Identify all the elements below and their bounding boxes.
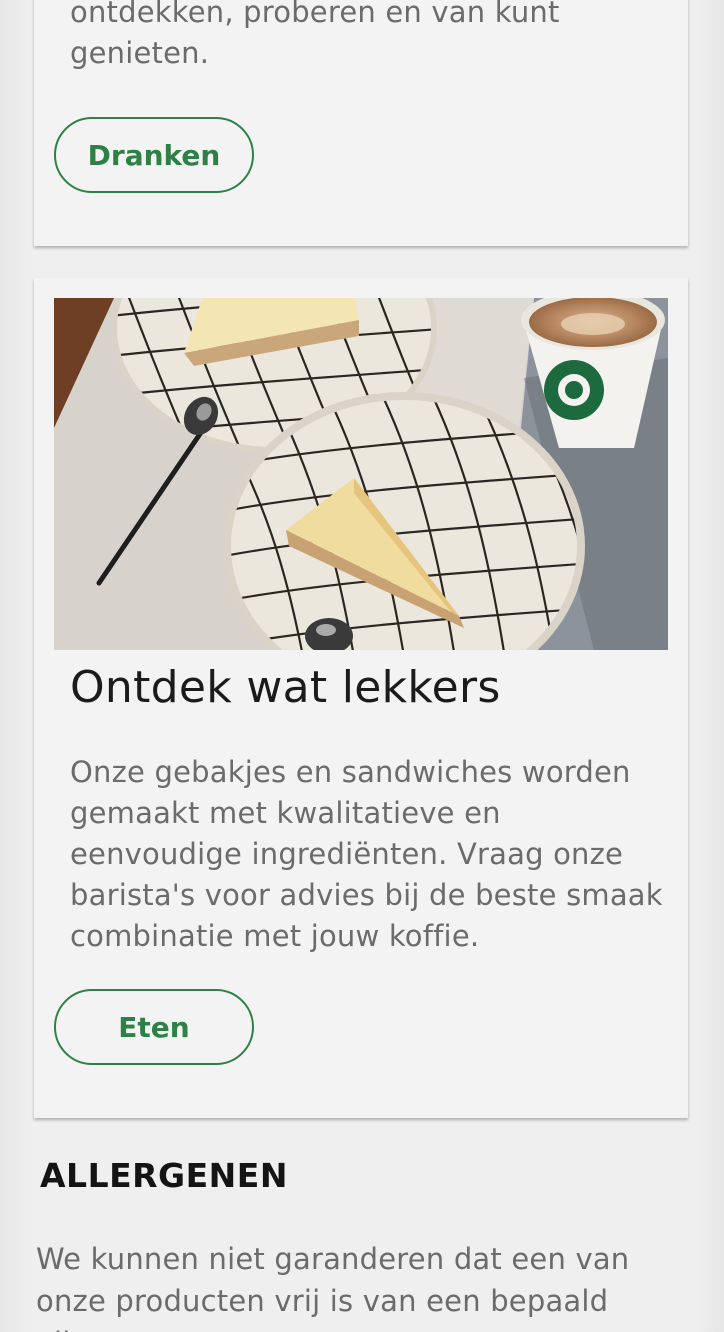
drinks-card: ontdekken, proberen en van kunt genieten… (34, 0, 688, 246)
allergens-heading: ALLERGENEN (40, 1156, 288, 1195)
allergens-text: We kunnen niet garanderen dat een van on… (36, 1242, 630, 1332)
cheesecake-image (54, 298, 668, 650)
food-card: Ontdek wat lekkers Onze gebakjes en sand… (34, 278, 688, 1118)
food-button[interactable]: Eten (54, 989, 254, 1065)
drinks-card-text: ontdekken, proberen en van kunt genieten… (70, 0, 560, 70)
food-card-title: Ontdek wat lekkers (70, 662, 501, 713)
page: ontdekken, proberen en van kunt genieten… (0, 0, 724, 1332)
food-card-text: Onze gebakjes en sandwiches worden gemaa… (70, 755, 663, 953)
drinks-button[interactable]: Dranken (54, 117, 254, 193)
